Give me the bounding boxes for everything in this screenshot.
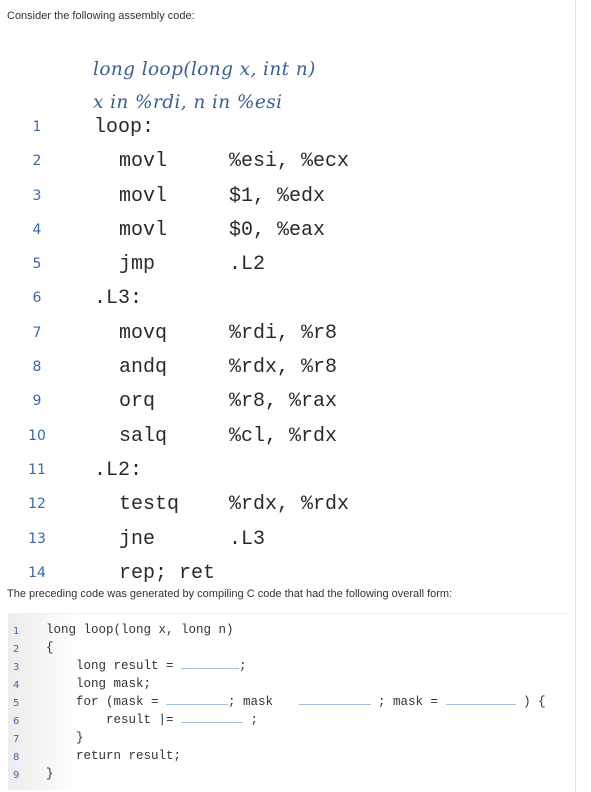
asm-line: 1 loop:	[0, 114, 420, 148]
asm-operands: .L3	[229, 527, 266, 551]
line-number: 7	[13, 734, 20, 745]
asm-instruction: rep; ret	[119, 561, 216, 585]
asm-instruction: orq	[119, 390, 156, 414]
c-line: 8 return result;	[8, 748, 568, 766]
code-text: }	[46, 731, 84, 745]
line-number: 4	[13, 680, 20, 691]
asm-line: 7 movq %rdi, %r8	[0, 320, 420, 354]
asm-instruction: testq	[119, 493, 180, 517]
asm-instruction: jmp	[119, 253, 156, 277]
line-number: 4	[32, 221, 42, 238]
asm-operands: %r8, %rax	[229, 390, 338, 414]
line-number: 12	[28, 496, 46, 513]
asm-operands: %rdx, %rdx	[229, 493, 350, 517]
asm-operands: .L2	[229, 253, 266, 277]
asm-line: 5 jmp .L2	[0, 251, 420, 285]
asm-header: long loop(long x, int n) x in %rdi, n in…	[93, 53, 316, 119]
asm-instruction: movl	[119, 184, 168, 208]
asm-instruction: movl	[119, 150, 168, 174]
line-number: 5	[13, 698, 20, 709]
asm-line: 12 testq %rdx, %rdx	[0, 491, 420, 525]
line-number: 9	[13, 770, 20, 781]
c-line: 5 for (mask = ; mask ; mask = ) {	[8, 694, 568, 712]
c-code-block: 1 long loop(long x, long n) 2 { 3 long r…	[8, 613, 568, 790]
code-text: for (mask = ; mask ; mask = ) {	[46, 695, 546, 709]
line-number: 3	[32, 187, 42, 204]
asm-operands: %rdx, %r8	[229, 356, 338, 380]
asm-operands: %esi, %ecx	[229, 150, 350, 174]
asm-line: 3 movl $1, %edx	[0, 183, 420, 217]
code-fragment: ; mask =	[370, 695, 446, 709]
asm-label: .L2:	[94, 458, 143, 482]
code-text: {	[46, 641, 54, 655]
code-fragment: for (mask =	[46, 695, 167, 709]
asm-line: 10 salq %cl, %rdx	[0, 423, 420, 457]
c-line: 2 {	[8, 640, 568, 658]
fill-in-blank[interactable]	[181, 667, 240, 669]
c-line: 9 }	[8, 766, 568, 784]
code-fragment: result |=	[46, 713, 182, 727]
assembly-listing: 1 loop: 2 movl %esi, %ecx 3 movl $1, %edx 4 movl $…	[0, 114, 420, 594]
line-number: 10	[28, 427, 46, 444]
code-fragment: ) {	[515, 695, 546, 709]
asm-instruction: jne	[119, 527, 156, 551]
asm-operands: %rdi, %r8	[229, 321, 338, 345]
fill-in-blank[interactable]	[181, 721, 244, 723]
code-text: result |= ;	[46, 713, 258, 727]
asm-operands: %cl, %rdx	[229, 424, 338, 448]
code-text: return result;	[46, 749, 182, 763]
line-number: 8	[13, 752, 20, 763]
asm-line: 13 jne .L3	[0, 526, 420, 560]
fill-in-blank[interactable]	[166, 703, 229, 705]
line-number: 1	[13, 626, 20, 637]
line-number: 2	[32, 153, 42, 170]
asm-instruction: andq	[119, 356, 168, 380]
function-signature: long loop(long x, int n)	[93, 59, 316, 80]
fill-in-blank[interactable]	[445, 703, 516, 705]
asm-instruction: movl	[119, 218, 168, 242]
line-number: 14	[28, 564, 46, 581]
line-number: 9	[32, 393, 42, 410]
asm-line: 6 .L3:	[0, 285, 420, 319]
intro-text: Consider the following assembly code:	[7, 10, 195, 22]
fill-in-blank[interactable]	[298, 703, 371, 705]
code-fragment: ;	[239, 659, 247, 673]
asm-line: 9 orq %r8, %rax	[0, 388, 420, 422]
line-number: 8	[32, 359, 42, 376]
asm-operands: $0, %eax	[229, 218, 326, 242]
asm-line: 4 movl $0, %eax	[0, 217, 420, 251]
asm-label: .L3:	[94, 287, 143, 311]
line-number: 3	[13, 662, 20, 673]
c-line: 6 result |= ;	[8, 712, 568, 730]
asm-line: 8 andq %rdx, %r8	[0, 354, 420, 388]
asm-instruction: movq	[119, 321, 168, 345]
code-fragment: long result =	[46, 659, 182, 673]
code-fragment: ;	[243, 713, 259, 727]
asm-operands: $1, %edx	[229, 184, 326, 208]
c-line: 1 long loop(long x, long n)	[8, 622, 568, 640]
c-line: 4 long mask;	[8, 676, 568, 694]
code-text: long mask;	[46, 677, 152, 691]
asm-instruction: salq	[119, 424, 168, 448]
line-number: 6	[13, 716, 20, 727]
line-number: 5	[32, 256, 42, 273]
line-number: 11	[28, 461, 46, 478]
line-number: 1	[32, 119, 42, 135]
line-number: 7	[32, 324, 42, 341]
asm-line: 2 movl %esi, %ecx	[0, 148, 420, 182]
asm-label: loop:	[94, 116, 155, 139]
code-text: long loop(long x, long n)	[46, 623, 234, 637]
code-fragment: ; mask	[228, 695, 281, 709]
preceding-text: The preceding code was generated by comp…	[7, 588, 453, 600]
asm-line: 11 .L2:	[0, 457, 420, 491]
code-text: long result = ;	[46, 659, 247, 673]
line-number: 6	[32, 290, 42, 307]
line-number: 2	[13, 644, 20, 655]
line-number: 13	[28, 530, 46, 547]
c-line: 3 long result = ;	[8, 658, 568, 676]
code-text: }	[46, 767, 54, 781]
right-border	[575, 0, 576, 792]
c-line: 7 }	[8, 730, 568, 748]
